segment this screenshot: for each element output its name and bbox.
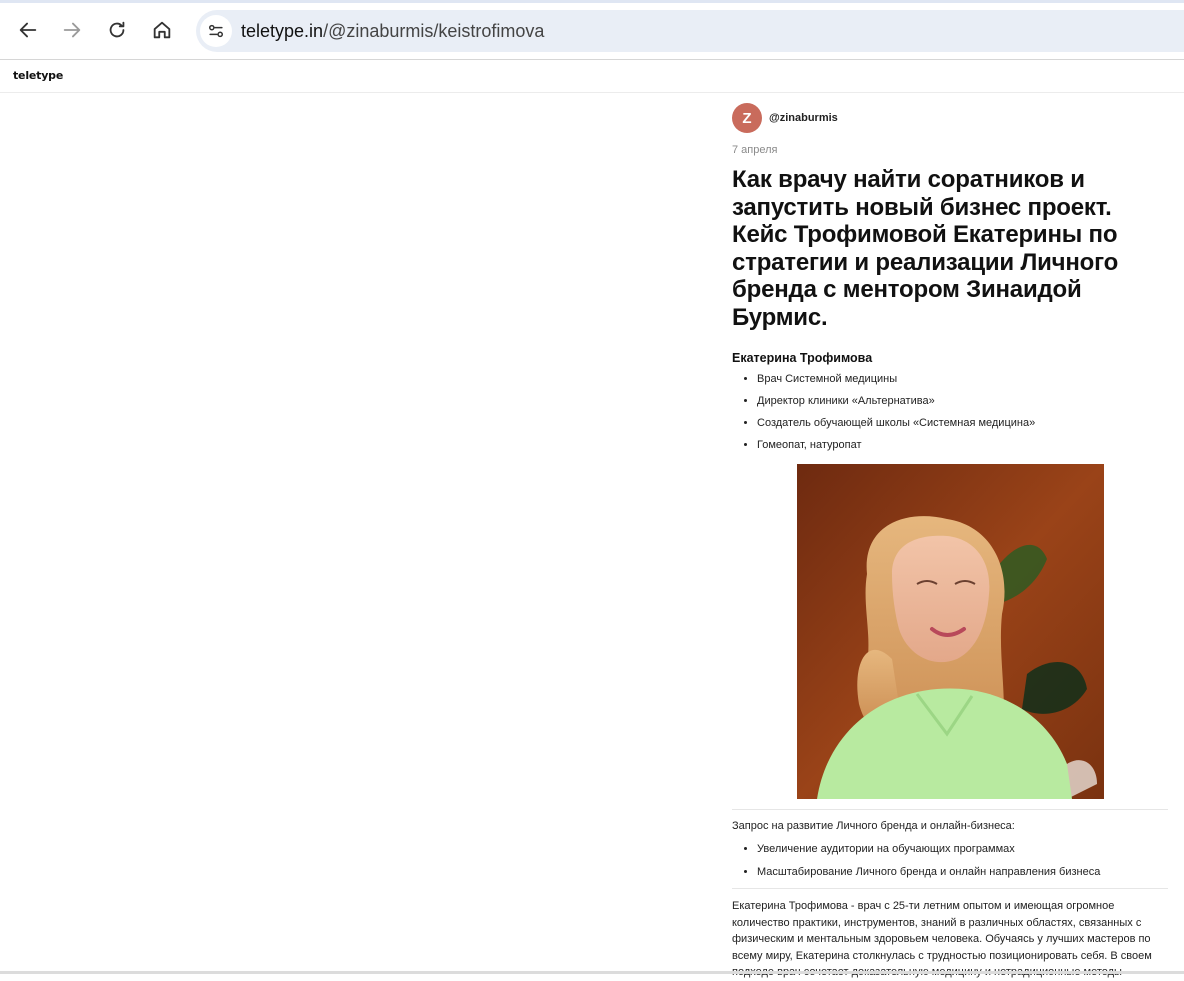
address-bar[interactable]: teletype.in/@zinaburmis/keistrofimova [196,10,1184,52]
list-item: Масштабирование Личного бренда и онлайн … [757,864,1100,887]
site-header: teletype [0,61,1184,93]
author-row[interactable]: Z @zinaburmis [732,103,838,133]
list-item: Гомеопат, натуропат [757,437,1035,459]
publish-date: 7 апреля [732,144,778,156]
url-domain: teletype.in [241,21,324,41]
article-title: Как врачу найти соратников и запустить н… [732,166,1119,331]
tab-strip-edge [0,0,1184,3]
portrait-photo [797,464,1104,799]
browser-toolbar: teletype.in/@zinaburmis/keistrofimova [0,0,1184,60]
reload-icon [109,21,125,38]
article-subtitle: Екатерина Трофимова [732,351,873,365]
divider [732,809,1168,810]
site-info-button[interactable] [200,15,232,47]
list-item: Увеличение аудитории на обучающих програ… [757,841,1100,864]
list-item: Создатель обучающей школы «Системная мед… [757,415,1035,437]
body-paragraph: Екатерина Трофимова - врач с 25-ти летни… [732,900,1152,978]
arrow-right-icon [63,22,81,38]
avatar[interactable]: Z [732,103,762,133]
arrow-left-icon [19,22,37,38]
home-button[interactable] [144,12,180,48]
requests-list: Увеличение аудитории на обучающих програ… [757,841,1100,887]
reload-button[interactable] [99,12,135,48]
url-path: /@zinaburmis/keistrofimova [323,21,545,41]
list-item: Директор клиники «Альтернатива» [757,393,1035,415]
forward-button[interactable] [54,12,90,48]
back-button[interactable] [10,12,46,48]
site-logo[interactable]: teletype [13,69,63,82]
divider [732,888,1168,889]
request-intro: Запрос на развитие Личного бренда и онла… [732,820,1015,832]
list-item: Врач Системной медицины [757,371,1035,393]
tune-icon [209,24,223,38]
roles-list: Врач Системной медицины Директор клиники… [757,371,1035,459]
author-handle[interactable]: @zinaburmis [769,112,838,124]
url-text[interactable]: teletype.in/@zinaburmis/keistrofimova [241,21,544,42]
home-icon [153,21,171,39]
